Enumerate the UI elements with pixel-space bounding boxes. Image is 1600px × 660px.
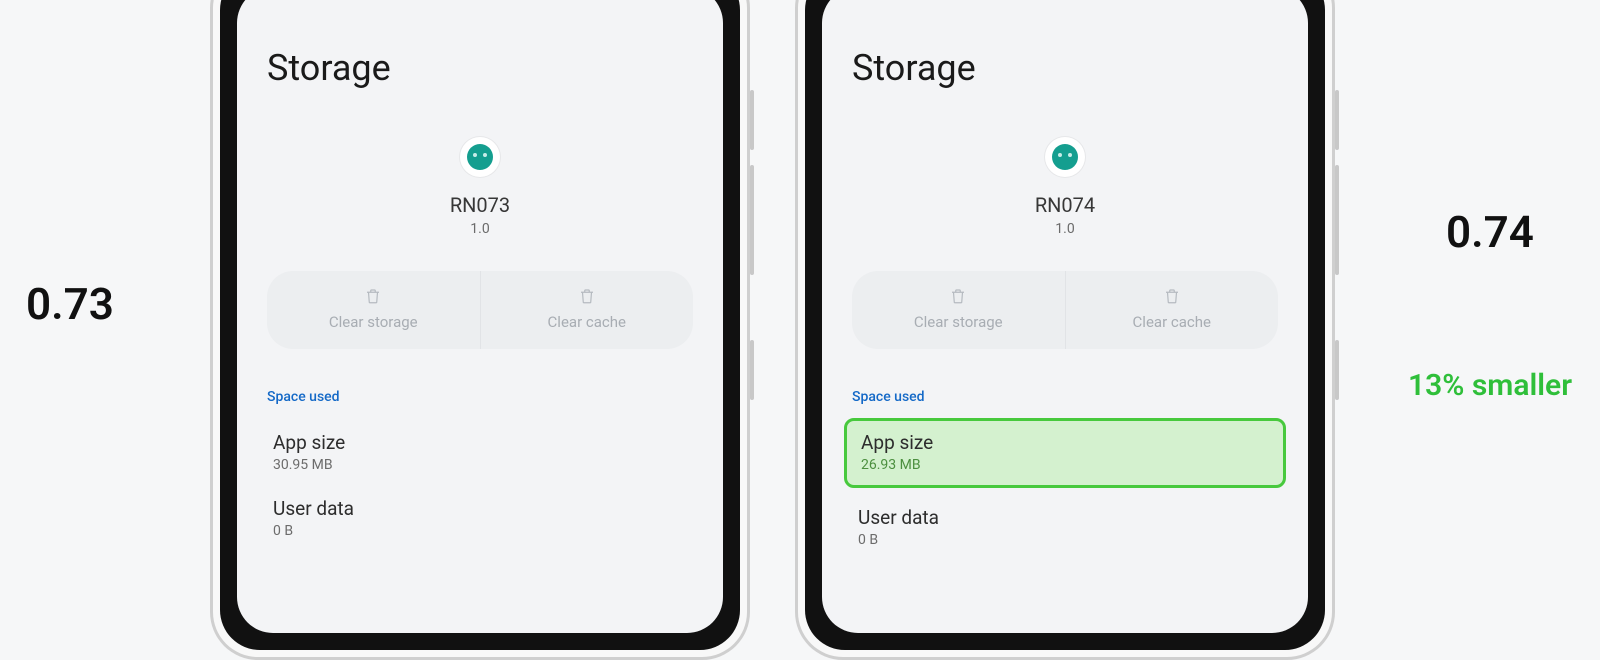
right-version-label: 0.74 <box>1420 206 1560 258</box>
clear-cache-button[interactable]: Clear cache <box>480 271 694 349</box>
space-used-label: Space used <box>852 389 1278 405</box>
app-size-value: 30.95 MB <box>273 457 687 473</box>
app-icon <box>460 137 500 177</box>
trash-icon <box>949 287 967 305</box>
left-version-label: 0.73 <box>0 278 140 330</box>
user-data-value: 0 B <box>273 523 687 539</box>
user-data-value: 0 B <box>858 532 1272 548</box>
app-header: RN074 1.0 <box>852 137 1278 237</box>
clear-storage-label: Clear storage <box>914 313 1003 331</box>
app-size-row[interactable]: App size 26.93 MB <box>844 418 1286 488</box>
action-row: Clear storage Clear cache <box>852 271 1278 349</box>
smaller-annotation: 13% smaller <box>1408 368 1572 403</box>
clear-cache-label: Clear cache <box>1133 313 1211 331</box>
clear-storage-button[interactable]: Clear storage <box>267 271 480 349</box>
phone-left: Storage RN073 1.0 <box>210 0 725 608</box>
user-data-row[interactable]: User data 0 B <box>267 487 693 553</box>
app-size-title: App size <box>861 431 1269 454</box>
trash-icon <box>1163 287 1181 305</box>
app-version-label: 1.0 <box>267 221 693 237</box>
phone-right: Storage RN074 1.0 <box>795 0 1310 608</box>
app-size-title: App size <box>273 431 687 454</box>
space-used-label: Space used <box>267 389 693 405</box>
action-row: Clear storage Clear cache <box>267 271 693 349</box>
app-size-row[interactable]: App size 30.95 MB <box>267 421 693 487</box>
app-header: RN073 1.0 <box>267 137 693 237</box>
app-size-value: 26.93 MB <box>861 457 1269 473</box>
trash-icon <box>364 287 382 305</box>
app-name-label: RN073 <box>267 193 693 217</box>
page-title: Storage <box>852 47 1278 89</box>
trash-icon <box>578 287 596 305</box>
clear-cache-label: Clear cache <box>548 313 626 331</box>
clear-cache-button[interactable]: Clear cache <box>1065 271 1279 349</box>
user-data-row[interactable]: User data 0 B <box>852 496 1278 562</box>
clear-storage-button[interactable]: Clear storage <box>852 271 1065 349</box>
app-version-label: 1.0 <box>852 221 1278 237</box>
page-title: Storage <box>267 47 693 89</box>
clear-storage-label: Clear storage <box>329 313 418 331</box>
comparison-stage: 0.73 Storage RN073 1.0 <box>0 0 1600 608</box>
android-icon <box>1052 144 1078 170</box>
user-data-title: User data <box>858 506 1272 529</box>
app-name-label: RN074 <box>852 193 1278 217</box>
user-data-title: User data <box>273 497 687 520</box>
android-icon <box>467 144 493 170</box>
app-icon <box>1045 137 1085 177</box>
